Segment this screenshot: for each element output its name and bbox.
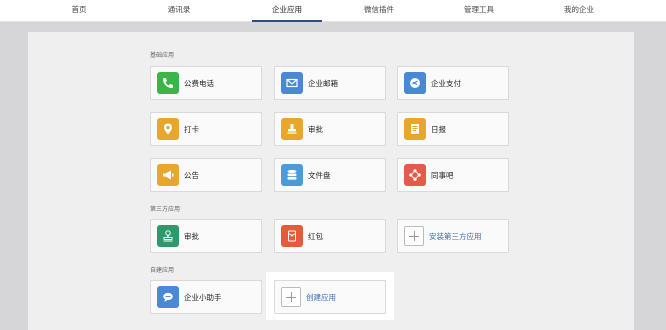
app-label: 公告 xyxy=(184,170,199,180)
app-label: 企业邮箱 xyxy=(308,78,338,88)
install-third-party-button[interactable]: 安装第三方应用 xyxy=(397,219,509,253)
app-label: 企业小助手 xyxy=(184,292,222,302)
app-label: 创建应用 xyxy=(306,292,336,302)
chat-bubble-icon xyxy=(157,286,179,308)
location-pin-icon xyxy=(157,118,179,140)
app-label: 红包 xyxy=(308,231,323,241)
app-card-assistant[interactable]: 企业小助手 xyxy=(150,280,262,314)
plus-icon xyxy=(281,287,301,307)
payment-icon xyxy=(404,72,426,94)
app-label: 安装第三方应用 xyxy=(429,231,482,241)
create-app-button[interactable]: 创建应用 xyxy=(274,280,386,314)
app-card-notice[interactable]: 公告 xyxy=(150,158,262,192)
app-card-third-approval[interactable]: 审批 xyxy=(150,219,262,253)
app-card-forum[interactable]: 同事吧 xyxy=(397,158,509,192)
app-card-call[interactable]: 公费电话 xyxy=(150,66,262,100)
app-label: 企业支付 xyxy=(431,78,461,88)
mail-icon xyxy=(281,72,303,94)
app-label: 打卡 xyxy=(184,124,199,134)
phone-icon xyxy=(157,72,179,94)
app-card-pay[interactable]: 企业支付 xyxy=(397,66,509,100)
app-card-mail[interactable]: 企业邮箱 xyxy=(274,66,386,100)
seal-icon xyxy=(157,225,179,247)
app-label: 同事吧 xyxy=(431,170,454,180)
megaphone-icon xyxy=(157,164,179,186)
app-card-hongbao[interactable]: 红包 xyxy=(274,219,386,253)
nav-wechat-plugin[interactable]: 微信插件 xyxy=(344,0,414,22)
section-title-custom: 自建应用 xyxy=(150,267,175,274)
app-card-approval[interactable]: 审批 xyxy=(274,112,386,146)
nav-contacts[interactable]: 通讯录 xyxy=(144,0,214,22)
app-card-daily[interactable]: 日报 xyxy=(397,112,509,146)
app-card-disk[interactable]: 文件盘 xyxy=(274,158,386,192)
network-icon xyxy=(404,164,426,186)
database-icon xyxy=(281,164,303,186)
app-label: 日报 xyxy=(431,124,446,134)
section-title-basic: 基础应用 xyxy=(150,52,175,59)
top-navigation: 首页 通讯录 企业应用 微信插件 管理工具 我的企业 xyxy=(0,0,666,22)
nav-management-tools[interactable]: 管理工具 xyxy=(444,0,514,22)
plus-icon xyxy=(404,226,424,246)
stamp-icon xyxy=(281,118,303,140)
section-title-third-party: 第三方应用 xyxy=(150,206,181,213)
app-label: 文件盘 xyxy=(308,170,331,180)
nav-home[interactable]: 首页 xyxy=(44,0,114,22)
nav-my-enterprise[interactable]: 我的企业 xyxy=(544,0,614,22)
app-card-checkin[interactable]: 打卡 xyxy=(150,112,262,146)
nav-enterprise-apps[interactable]: 企业应用 xyxy=(252,0,322,22)
app-label: 审批 xyxy=(184,231,199,241)
red-envelope-icon xyxy=(281,225,303,247)
report-icon xyxy=(404,118,426,140)
app-label: 审批 xyxy=(308,124,323,134)
app-label: 公费电话 xyxy=(184,78,214,88)
